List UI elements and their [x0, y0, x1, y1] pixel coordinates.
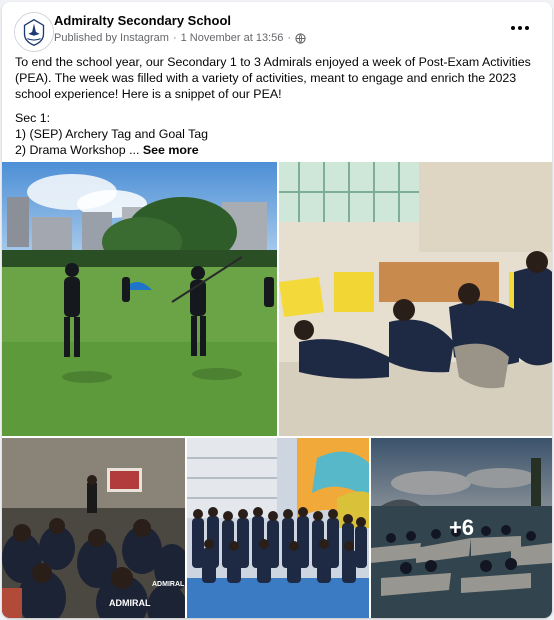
post-card: Admiralty Secondary School Published by …	[2, 2, 552, 618]
see-more-link[interactable]: See more	[143, 143, 199, 157]
post-body: To end the school year, our Secondary 1 …	[15, 54, 543, 158]
separator-dot: ·	[172, 32, 177, 44]
more-photos-overlay[interactable]: +6	[371, 438, 552, 618]
post-header: Admiralty Secondary School Published by …	[14, 12, 540, 52]
group-photo-image	[187, 438, 369, 618]
page-avatar[interactable]	[14, 12, 54, 52]
published-by-label: Published by Instagram	[54, 32, 169, 44]
sec-heading: Sec 1:	[15, 111, 51, 125]
photo-archery-tag[interactable]	[2, 162, 277, 436]
photo-presentation[interactable]: ADMIRAL ADMIRAL	[2, 438, 185, 618]
separator-dot: ·	[287, 32, 292, 44]
more-options-icon[interactable]	[506, 16, 534, 40]
post-meta: Published by Instagram · 1 November at 1…	[54, 32, 306, 44]
photo-group[interactable]	[187, 438, 369, 618]
drama-workshop-image	[279, 162, 552, 436]
list-item-text: 2) Drama Workshop ...	[15, 143, 140, 157]
post-timestamp[interactable]: 1 November at 13:56	[181, 32, 284, 44]
post-paragraph: To end the school year, our Secondary 1 …	[15, 55, 531, 101]
list-item: 1) (SEP) Archery Tag and Goal Tag	[15, 127, 209, 141]
list-item-truncated: 2) Drama Workshop ... See more	[15, 142, 543, 158]
globe-icon[interactable]	[295, 32, 306, 44]
school-crest-icon	[15, 13, 53, 51]
post-list: Sec 1: 1) (SEP) Archery Tag and Goal Tag…	[15, 110, 543, 158]
photo-kayaking[interactable]: +6	[371, 438, 552, 618]
page-name-link[interactable]: Admiralty Secondary School	[54, 13, 231, 28]
archery-field-image	[2, 162, 277, 436]
shirt-text: ADMIRAL	[152, 581, 185, 588]
presentation-room-image: ADMIRAL ADMIRAL	[2, 438, 185, 618]
photo-drama-workshop[interactable]	[279, 162, 552, 436]
shirt-text: ADMIRAL	[109, 598, 151, 608]
